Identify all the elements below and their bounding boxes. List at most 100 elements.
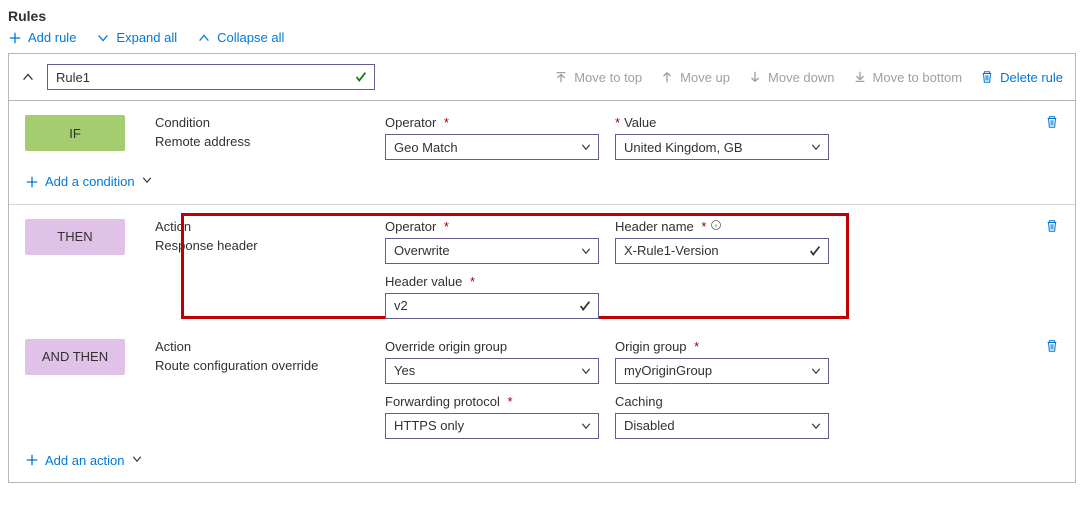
chevron-down-icon [810, 420, 822, 435]
caching-select[interactable]: Disabled [615, 413, 829, 439]
if-section: IF Condition Remote address Operator * G… [9, 101, 1075, 204]
caching-label: Caching [615, 394, 845, 409]
condition-label: Condition [155, 115, 385, 130]
move-to-top-button[interactable]: Move to top [554, 70, 642, 85]
arrow-bottom-icon [853, 70, 867, 84]
forwarding-protocol-label: Forwarding protocol * [385, 394, 615, 409]
caching-selected: Disabled [624, 418, 675, 433]
value-select[interactable]: United Kingdom, GB [615, 134, 829, 160]
override-origin-label: Override origin group [385, 339, 615, 354]
header-value-input[interactable]: v2 [385, 293, 599, 319]
trash-icon [1045, 339, 1059, 353]
rule-name-input[interactable]: Rule1 [47, 64, 375, 90]
chevron-down-icon [810, 365, 822, 380]
then-operator-selected: Overwrite [394, 243, 450, 258]
and-then-badge: AND THEN [25, 339, 125, 375]
rules-toolbar: Add rule Expand all Collapse all [8, 30, 1076, 45]
if-row: IF Condition Remote address Operator * G… [25, 115, 1059, 160]
expand-all-label: Expand all [116, 30, 177, 45]
header-name-text: X-Rule1-Version [624, 243, 719, 258]
rule-header-actions: Move to top Move up Move down Move to bo… [554, 70, 1063, 85]
override-origin-selected: Yes [394, 363, 415, 378]
operator-selected: Geo Match [394, 140, 458, 155]
forwarding-protocol-select[interactable]: HTTPS only [385, 413, 599, 439]
required-asterisk: * [440, 219, 449, 234]
delete-rule-label: Delete rule [1000, 70, 1063, 85]
andthen-action-value: Route configuration override [155, 358, 385, 373]
delete-condition-button[interactable] [1045, 115, 1059, 132]
check-icon [808, 244, 822, 261]
then-operator-label: Operator * [385, 219, 615, 234]
header-value-text: v2 [394, 298, 408, 313]
delete-action-button[interactable] [1045, 219, 1059, 236]
chevron-down-icon [131, 453, 143, 468]
operator-select[interactable]: Geo Match [385, 134, 599, 160]
chevron-down-icon [580, 245, 592, 260]
rule-panel: Rule1 Move to top Move up Move down Move… [8, 53, 1076, 483]
arrow-down-icon [748, 70, 762, 84]
add-action-button[interactable]: Add an action [25, 453, 143, 468]
collapse-rule-toggle[interactable] [21, 70, 35, 84]
chevron-down-icon [580, 365, 592, 380]
page-title: Rules [8, 8, 1076, 24]
operator-label: Operator * [385, 115, 615, 130]
required-asterisk: * [615, 115, 620, 130]
plus-icon [25, 453, 39, 467]
chevron-down-icon [580, 420, 592, 435]
required-asterisk: * [691, 339, 700, 354]
value-selected: United Kingdom, GB [624, 140, 743, 155]
delete-andthen-button[interactable] [1045, 339, 1059, 356]
expand-all-button[interactable]: Expand all [96, 30, 177, 45]
arrow-top-icon [554, 70, 568, 84]
header-name-input[interactable]: X-Rule1-Version [615, 238, 829, 264]
rule-name-value: Rule1 [56, 70, 90, 85]
header-value-label: Header value * [385, 274, 615, 289]
condition-value: Remote address [155, 134, 385, 149]
action-value: Response header [155, 238, 385, 253]
collapse-all-label: Collapse all [217, 30, 284, 45]
delete-rule-button[interactable]: Delete rule [980, 70, 1063, 85]
action-label: Action [155, 219, 385, 234]
add-action-label: Add an action [45, 453, 125, 468]
add-rule-button[interactable]: Add rule [8, 30, 76, 45]
arrow-up-icon [660, 70, 674, 84]
rule-header: Rule1 Move to top Move up Move down Move… [9, 54, 1075, 101]
required-asterisk: * [698, 219, 707, 234]
collapse-all-button[interactable]: Collapse all [197, 30, 284, 45]
required-asterisk: * [466, 274, 475, 289]
then-badge: THEN [25, 219, 125, 255]
move-top-label: Move to top [574, 70, 642, 85]
then-operator-select[interactable]: Overwrite [385, 238, 599, 264]
trash-icon [1045, 219, 1059, 233]
chevron-down-icon [580, 141, 592, 156]
header-name-label: Header name * [615, 219, 845, 234]
trash-icon [1045, 115, 1059, 129]
move-up-label: Move up [680, 70, 730, 85]
origin-group-select[interactable]: myOriginGroup [615, 358, 829, 384]
check-icon [578, 299, 592, 316]
move-to-bottom-button[interactable]: Move to bottom [853, 70, 963, 85]
required-asterisk: * [440, 115, 449, 130]
required-asterisk: * [504, 394, 513, 409]
trash-icon [980, 70, 994, 84]
check-icon [354, 70, 368, 87]
forwarding-protocol-selected: HTTPS only [394, 418, 464, 433]
move-bottom-label: Move to bottom [873, 70, 963, 85]
then-section: THEN Action Response header Operator * O… [9, 204, 1075, 483]
chevron-up-icon [21, 70, 35, 84]
info-icon[interactable] [710, 219, 722, 234]
move-down-label: Move down [768, 70, 834, 85]
chevron-down-icon [141, 174, 153, 189]
and-then-row: AND THEN Action Route configuration over… [25, 339, 1059, 439]
move-down-button[interactable]: Move down [748, 70, 834, 85]
chevron-down-icon [96, 31, 110, 45]
chevron-down-icon [810, 141, 822, 156]
value-label: *Value [615, 115, 845, 130]
move-up-button[interactable]: Move up [660, 70, 730, 85]
add-condition-label: Add a condition [45, 174, 135, 189]
then-row: THEN Action Response header Operator * O… [25, 219, 1059, 319]
if-badge: IF [25, 115, 125, 151]
andthen-action-label: Action [155, 339, 385, 354]
override-origin-select[interactable]: Yes [385, 358, 599, 384]
add-condition-button[interactable]: Add a condition [25, 174, 153, 189]
